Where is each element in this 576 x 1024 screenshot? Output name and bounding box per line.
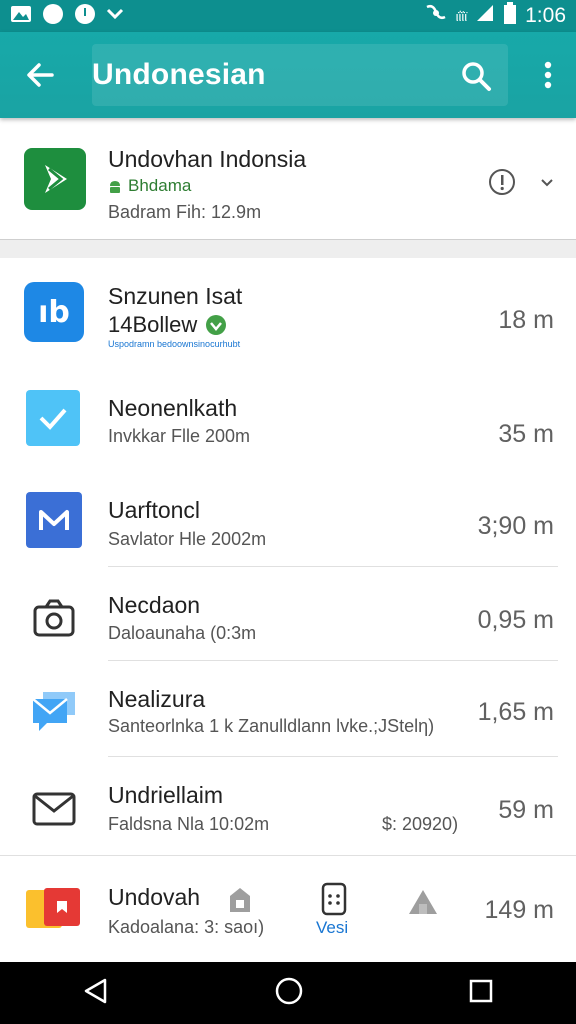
overflow-menu-button[interactable] bbox=[536, 58, 560, 92]
info-icon bbox=[489, 169, 515, 195]
divider bbox=[108, 756, 558, 757]
item-size: 1,65 m bbox=[477, 698, 554, 726]
message-icon bbox=[26, 684, 82, 740]
camera-icon bbox=[26, 590, 82, 646]
item-sub: Daloaunaha (0:3m bbox=[108, 623, 257, 643]
nav-recents-button[interactable] bbox=[467, 977, 495, 1010]
android-icon bbox=[110, 181, 120, 193]
home-icon[interactable] bbox=[406, 886, 440, 921]
vibrate-icon bbox=[424, 3, 448, 29]
verified-badge-icon bbox=[206, 315, 227, 335]
search-field[interactable]: Undonesian bbox=[92, 44, 508, 106]
item-sub: Savlator Hle 2002m bbox=[108, 529, 267, 549]
item-sub: Faldsna Nla 10:02m bbox=[108, 814, 270, 834]
developer-row: Bhdama bbox=[108, 176, 191, 196]
mail-doc-icon bbox=[26, 492, 82, 548]
toolbar: Undonesian bbox=[0, 32, 576, 118]
item-name: Nealizura bbox=[108, 686, 206, 712]
phone-icon[interactable] bbox=[320, 882, 348, 921]
battery-icon bbox=[503, 2, 517, 30]
item-size: 35 m bbox=[498, 420, 554, 448]
item-name: Undovah bbox=[108, 884, 201, 910]
lb-app-icon: ıb bbox=[24, 282, 84, 342]
item-sub: Santeorlnka 1 k Zanulldlann lvke.;JStelη… bbox=[108, 716, 435, 736]
signal-icon bbox=[475, 3, 495, 29]
chevron-down-icon[interactable] bbox=[106, 7, 124, 26]
status-time: 1:06 bbox=[525, 4, 566, 27]
chevron-down-icon bbox=[541, 179, 553, 187]
divider bbox=[0, 855, 576, 856]
circle-home-icon bbox=[275, 977, 303, 1004]
info-button[interactable] bbox=[488, 168, 516, 201]
item-size: 18 m bbox=[498, 306, 554, 334]
circle-notification-icon bbox=[42, 3, 64, 30]
check-doc-icon bbox=[26, 390, 80, 446]
top-app-name: Undovhan Indonsia bbox=[108, 146, 307, 172]
item-size: 59 m bbox=[498, 796, 554, 824]
item-sub-row: 14Bollew bbox=[108, 312, 227, 338]
bottom-label: Vesi bbox=[316, 918, 349, 937]
developer-name: Bhdama bbox=[128, 176, 192, 195]
slides-app-icon bbox=[24, 882, 82, 936]
arrow-left-icon bbox=[27, 63, 54, 87]
item-size: 0,95 m bbox=[477, 606, 554, 634]
nav-home-button[interactable] bbox=[273, 975, 305, 1012]
divider bbox=[108, 566, 558, 567]
status-bar: ιΐίϊ 1:06 bbox=[0, 0, 576, 32]
item-name: Necdaon bbox=[108, 592, 201, 618]
envelope-icon bbox=[26, 780, 82, 836]
back-button[interactable] bbox=[0, 32, 80, 118]
item-note: Uspodramn bedoownsinocurhubt bbox=[108, 339, 241, 349]
item-extra: $: 20920) bbox=[382, 814, 459, 834]
item-size: 149 m bbox=[484, 896, 554, 924]
search-icon bbox=[462, 62, 491, 91]
item-name: Snzunen Isat bbox=[108, 283, 243, 309]
top-app-card[interactable]: Undovhan Indonsia Bhdama Badram Fih: 12.… bbox=[0, 120, 576, 240]
expand-button[interactable] bbox=[540, 176, 554, 194]
item-size: 3;90 m bbox=[477, 512, 554, 540]
item-name: Undriellaim bbox=[108, 782, 224, 808]
item-sub: Kadoalana: 3: saoı) bbox=[108, 917, 265, 937]
item-name: Uarftoncl bbox=[108, 497, 201, 523]
divider bbox=[108, 660, 558, 661]
square-recents-icon bbox=[469, 979, 493, 1002]
triangle-back-icon bbox=[84, 978, 107, 1003]
item-sub: 14Bollew bbox=[108, 312, 198, 337]
play-app-icon bbox=[24, 148, 86, 210]
top-app-info: Badram Fih: 12.9m bbox=[108, 202, 262, 222]
nav-back-button[interactable] bbox=[81, 976, 111, 1011]
item-name: Neonenlkath bbox=[108, 395, 238, 421]
section-separator bbox=[0, 240, 576, 258]
network-label: ιΐίϊ bbox=[455, 8, 468, 24]
system-nav-bar bbox=[0, 962, 576, 1024]
search-query-text: Undonesian bbox=[92, 58, 266, 91]
lock-icon[interactable] bbox=[226, 884, 258, 919]
gallery-notification-icon bbox=[10, 5, 32, 28]
search-button[interactable] bbox=[456, 56, 496, 96]
item-sub: Invkkar Flle 200m bbox=[108, 426, 251, 446]
shield-notification-icon bbox=[74, 3, 96, 30]
more-vert-icon bbox=[544, 61, 552, 89]
